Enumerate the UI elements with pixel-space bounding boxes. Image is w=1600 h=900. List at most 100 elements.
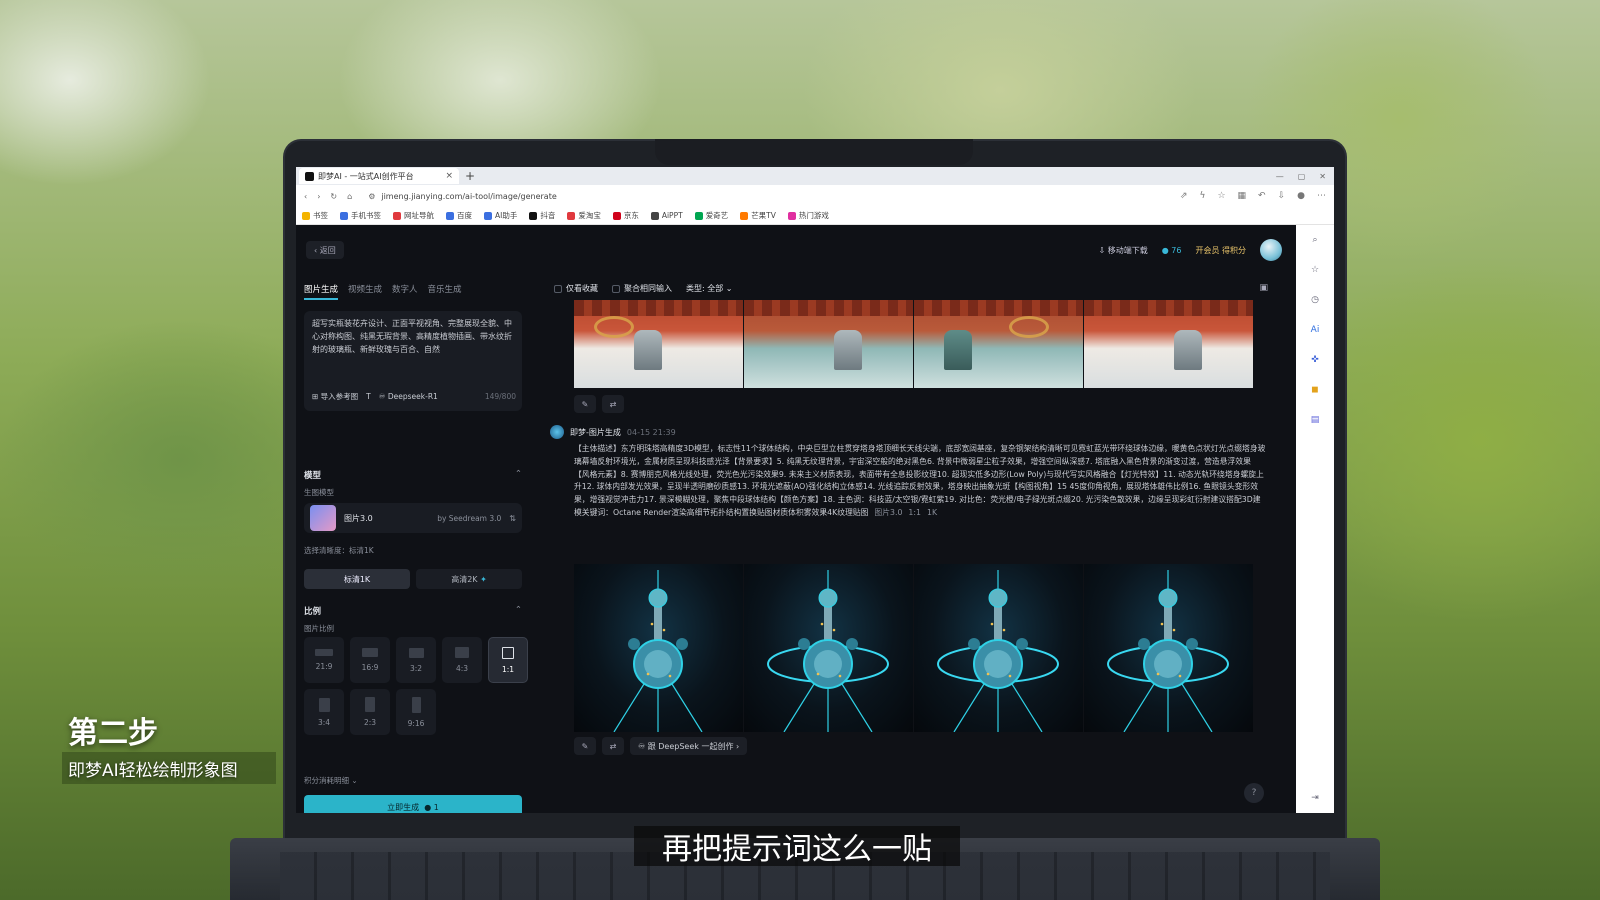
url-box[interactable]: ⚙ jimeng.jianying.com/ai-tool/image/gene… bbox=[362, 188, 1062, 204]
chevron-up-icon[interactable]: ⌃ bbox=[515, 469, 522, 479]
home-icon[interactable]: ⌂ bbox=[347, 192, 352, 201]
collapse-panel-icon[interactable]: ⇥ bbox=[1308, 791, 1322, 805]
result-image[interactable] bbox=[1084, 564, 1253, 732]
chevron-up-icon[interactable]: ⌃ bbox=[515, 605, 522, 615]
bookmark-item[interactable]: 芒果TV bbox=[740, 210, 776, 221]
ratio-label: 3:4 bbox=[317, 717, 331, 727]
model-selector[interactable]: 图片3.0 by Seedream 3.0 ⇅ bbox=[304, 503, 522, 533]
back-arrow-icon[interactable]: ‹ bbox=[304, 192, 307, 201]
history-icon[interactable]: ◷ bbox=[1308, 293, 1322, 307]
res-1k-button[interactable]: 标清1K bbox=[304, 569, 410, 589]
bookmark-item[interactable]: 爱奇艺 bbox=[694, 210, 728, 221]
checkbox-icon[interactable] bbox=[554, 284, 562, 293]
settings-sliders-icon[interactable]: ⇅ bbox=[509, 514, 516, 523]
reload-icon[interactable]: ↻ bbox=[330, 192, 337, 201]
app-icon[interactable]: ▤ bbox=[1308, 413, 1322, 427]
result-image[interactable] bbox=[1084, 300, 1253, 388]
result-image[interactable] bbox=[914, 300, 1083, 388]
help-icon[interactable]: ? bbox=[1244, 783, 1264, 803]
filter-type-dropdown[interactable]: 类型: 全部 ⌄ bbox=[686, 283, 733, 294]
bookmark-item[interactable]: 百度 bbox=[446, 210, 472, 221]
ratio-shape-icon bbox=[502, 646, 514, 659]
tab-video-gen[interactable]: 视频生成 bbox=[348, 283, 382, 300]
image-roof bbox=[1084, 300, 1253, 316]
bookmark-item[interactable]: 手机书签 bbox=[340, 210, 381, 221]
tab-digital-human[interactable]: 数字人 bbox=[392, 283, 418, 300]
filter-merge[interactable]: 聚合相同输入 bbox=[612, 283, 672, 294]
ratio-option[interactable]: 9:16 bbox=[396, 689, 436, 735]
credits-badge[interactable]: ● 76 bbox=[1162, 246, 1182, 255]
tab-image-gen[interactable]: 图片生成 bbox=[304, 283, 339, 300]
bookmark-item[interactable]: AI助手 bbox=[484, 210, 517, 221]
deepseek-button[interactable]: ♾ Deepseek-R1 bbox=[379, 390, 438, 403]
bookmark-item[interactable]: 京东 bbox=[612, 210, 639, 221]
favorites-icon[interactable]: ☆ bbox=[1308, 263, 1322, 277]
close-tab-icon[interactable]: × bbox=[445, 171, 453, 181]
mobile-download-button[interactable]: ⇩ 移动端下载 bbox=[1098, 245, 1147, 256]
search-icon[interactable]: ⌕ bbox=[1308, 233, 1322, 247]
more-icon[interactable]: ⋯ bbox=[1317, 191, 1326, 201]
site-info-icon[interactable]: ⚙ bbox=[368, 192, 375, 201]
edit-icon[interactable]: ✎ bbox=[574, 395, 596, 413]
ratio-option[interactable]: 1:1 bbox=[488, 637, 528, 683]
text-format-icon[interactable]: T bbox=[366, 390, 371, 403]
bookmark-label: 书签 bbox=[313, 211, 328, 220]
result-image[interactable] bbox=[574, 300, 743, 388]
bookmark-item[interactable]: 抖音 bbox=[529, 210, 555, 221]
layout-toggle-icon[interactable]: ▣ bbox=[1259, 283, 1268, 293]
prompt-input[interactable]: 超写实瓶装花卉设计、正面平视视角、完整展现全貌、中心对称构图、纯黑无瑕背景、高精… bbox=[304, 311, 522, 411]
back-button[interactable]: ‹ 返回 bbox=[306, 241, 344, 259]
minimize-icon[interactable]: — bbox=[1276, 172, 1284, 181]
forward-arrow-icon[interactable]: › bbox=[317, 192, 320, 201]
bookmark-item[interactable]: 书签 bbox=[302, 210, 328, 221]
avatar[interactable] bbox=[1260, 239, 1282, 261]
deepseek-cta-button[interactable]: ♾ 跟 DeepSeek 一起创作 › bbox=[630, 737, 748, 755]
ratio-option[interactable]: 16:9 bbox=[350, 637, 390, 683]
edit-icon[interactable]: ✎ bbox=[574, 737, 596, 755]
game-icon[interactable]: ✜ bbox=[1308, 353, 1322, 367]
checkbox-icon[interactable] bbox=[612, 284, 620, 293]
bookmark-item[interactable]: AiPPT bbox=[650, 211, 683, 220]
bookmark-item[interactable]: 热门游戏 bbox=[787, 210, 829, 221]
download-icon[interactable]: ⇩ bbox=[1278, 191, 1286, 201]
undo-icon[interactable]: ↶ bbox=[1258, 191, 1266, 201]
filter-favorites[interactable]: 仅看收藏 bbox=[554, 283, 598, 294]
new-tab-icon[interactable]: + bbox=[465, 169, 475, 183]
ratio-section-header[interactable]: 比例 ⌃ bbox=[304, 605, 522, 617]
model-section-header[interactable]: 模型 ⌃ bbox=[304, 469, 522, 481]
entry-tag: 1K bbox=[926, 507, 938, 517]
res-2k-button[interactable]: 高清2K ✦ bbox=[416, 569, 522, 589]
import-reference-button[interactable]: ⊞ 导入参考图 bbox=[312, 390, 358, 403]
points-detail-link[interactable]: 积分消耗明细 ⌄ bbox=[304, 775, 358, 786]
ratio-option[interactable]: 21:9 bbox=[304, 637, 344, 683]
bag-icon[interactable]: ◼ bbox=[1308, 383, 1322, 397]
ratio-option[interactable]: 3:4 bbox=[304, 689, 344, 735]
prompt-text[interactable]: 超写实瓶装花卉设计、正面平视视角、完整展现全貌、中心对称构图、纯黑无瑕背景、高精… bbox=[312, 317, 514, 361]
bolt-icon[interactable]: ϟ bbox=[1200, 191, 1206, 201]
ai-icon[interactable]: Ai bbox=[1308, 323, 1322, 337]
star-icon[interactable]: ☆ bbox=[1217, 191, 1225, 201]
result-image[interactable] bbox=[914, 564, 1083, 732]
generate-button[interactable]: 立即生成 ● 1 bbox=[304, 795, 522, 813]
ratio-option[interactable]: 2:3 bbox=[350, 689, 390, 735]
result-image[interactable] bbox=[744, 564, 913, 732]
vip-link[interactable]: 开会员 得积分 bbox=[1195, 245, 1246, 256]
close-window-icon[interactable]: ✕ bbox=[1319, 172, 1326, 181]
share-icon[interactable]: ⇗ bbox=[1180, 191, 1188, 201]
result-image[interactable] bbox=[574, 564, 743, 732]
bookmark-icon bbox=[340, 211, 348, 220]
bookmark-item[interactable]: 网址导航 bbox=[393, 210, 434, 221]
ratio-option[interactable]: 4:3 bbox=[442, 637, 482, 683]
tab-music-gen[interactable]: 音乐生成 bbox=[428, 283, 462, 300]
entry-description[interactable]: 【主体描述】东方明珠塔高精度3D模型，标志性11个球体结构，中央巨型立柱贯穿塔身… bbox=[574, 443, 1266, 520]
model-section-title: 模型 bbox=[304, 471, 322, 481]
regenerate-icon[interactable]: ⇄ bbox=[602, 737, 624, 755]
result-image[interactable] bbox=[744, 300, 913, 388]
profile-icon[interactable]: ● bbox=[1297, 191, 1305, 201]
browser-tab[interactable]: 即梦AI - 一站式AI创作平台 × bbox=[299, 168, 459, 184]
ratio-option[interactable]: 3:2 bbox=[396, 637, 436, 683]
maximize-icon[interactable]: ▢ bbox=[1298, 172, 1306, 181]
extensions-icon[interactable]: ▦ bbox=[1238, 191, 1247, 201]
regenerate-icon[interactable]: ⇄ bbox=[602, 395, 624, 413]
bookmark-item[interactable]: 爱淘宝 bbox=[567, 210, 601, 221]
